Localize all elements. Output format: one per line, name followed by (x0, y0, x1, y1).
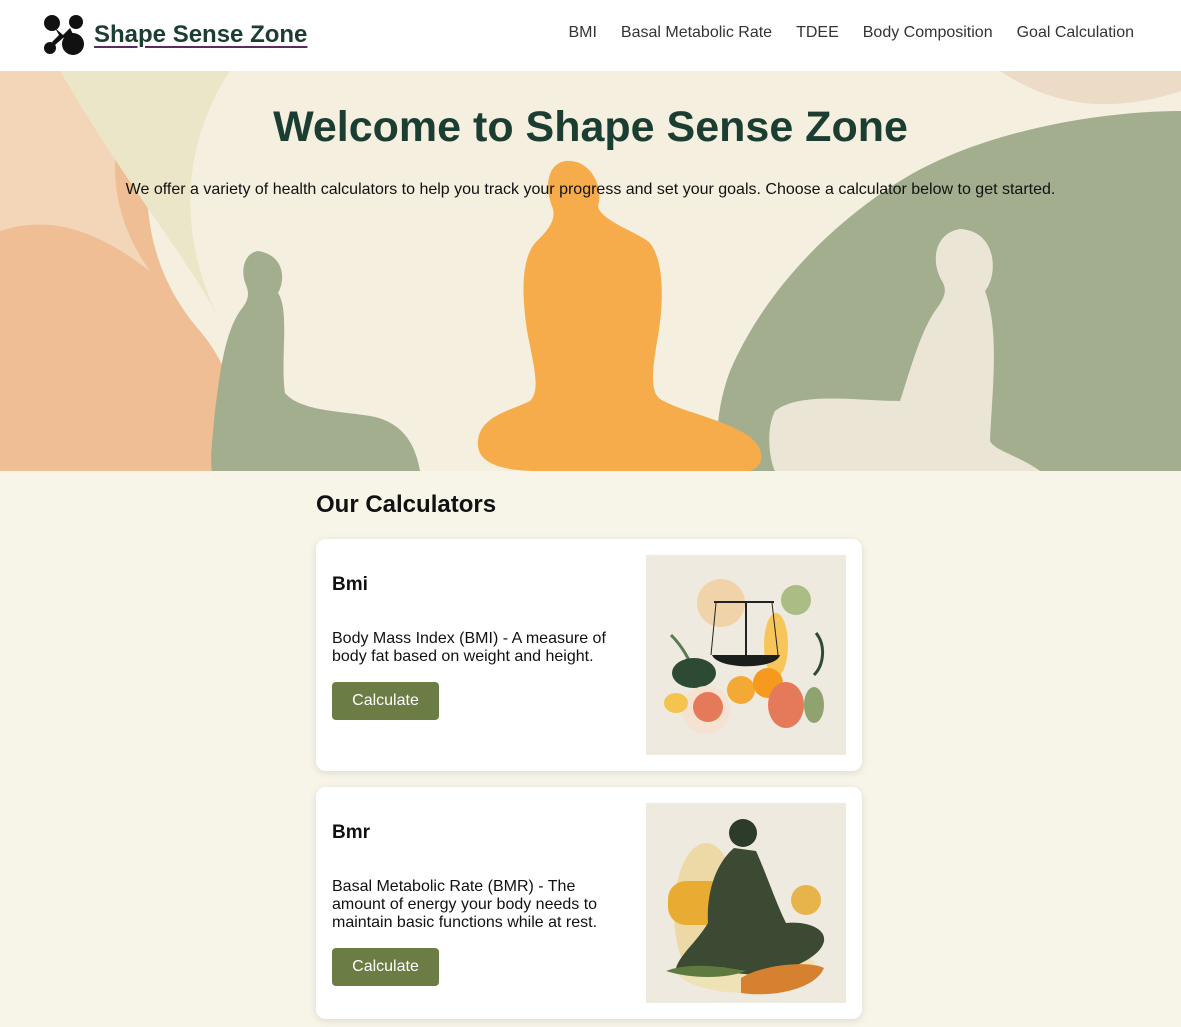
logo-icon (43, 14, 85, 56)
card-description: Body Mass Index (BMI) - A measure of bod… (332, 630, 606, 665)
scale-fruits-illustration (646, 555, 846, 755)
hero-banner: Welcome to Shape Sense Zone We offer a v… (0, 71, 1181, 471)
nav-link-tdee[interactable]: TDEE (796, 24, 839, 42)
nav-link-bmi[interactable]: BMI (568, 24, 596, 42)
card-title: Bmr (332, 822, 371, 843)
meditating-person-illustration (646, 803, 846, 1003)
brand-name: Shape Sense Zone (94, 21, 308, 48)
card-title: Bmi (332, 574, 368, 595)
nav-link-basal-metabolic-rate[interactable]: Basal Metabolic Rate (621, 24, 772, 42)
hero-subtitle: We offer a variety of health calculators… (125, 181, 1056, 198)
nav-link-goal-calculation[interactable]: Goal Calculation (1017, 24, 1134, 42)
calculator-card-bmr: Bmr Basal Metabolic Rate (BMR) - The amo… (316, 787, 862, 1019)
calculate-bmi-button[interactable]: Calculate (332, 682, 439, 720)
brand-link[interactable]: Shape Sense Zone (43, 14, 307, 56)
nav-link-body-composition[interactable]: Body Composition (863, 24, 993, 42)
top-navbar: Shape Sense Zone BMI Basal Metabolic Rat… (0, 0, 1181, 71)
main-nav: BMI Basal Metabolic Rate TDEE Body Compo… (544, 24, 1134, 42)
card-description: Basal Metabolic Rate (BMR) - The amount … (332, 878, 598, 931)
hero-title: Welcome to Shape Sense Zone (273, 103, 908, 151)
section-title-calculators: Our Calculators (316, 491, 497, 518)
calculator-card-bmi: Bmi Body Mass Index (BMI) - A measure of… (316, 539, 862, 771)
calculate-bmr-button[interactable]: Calculate (332, 948, 439, 986)
